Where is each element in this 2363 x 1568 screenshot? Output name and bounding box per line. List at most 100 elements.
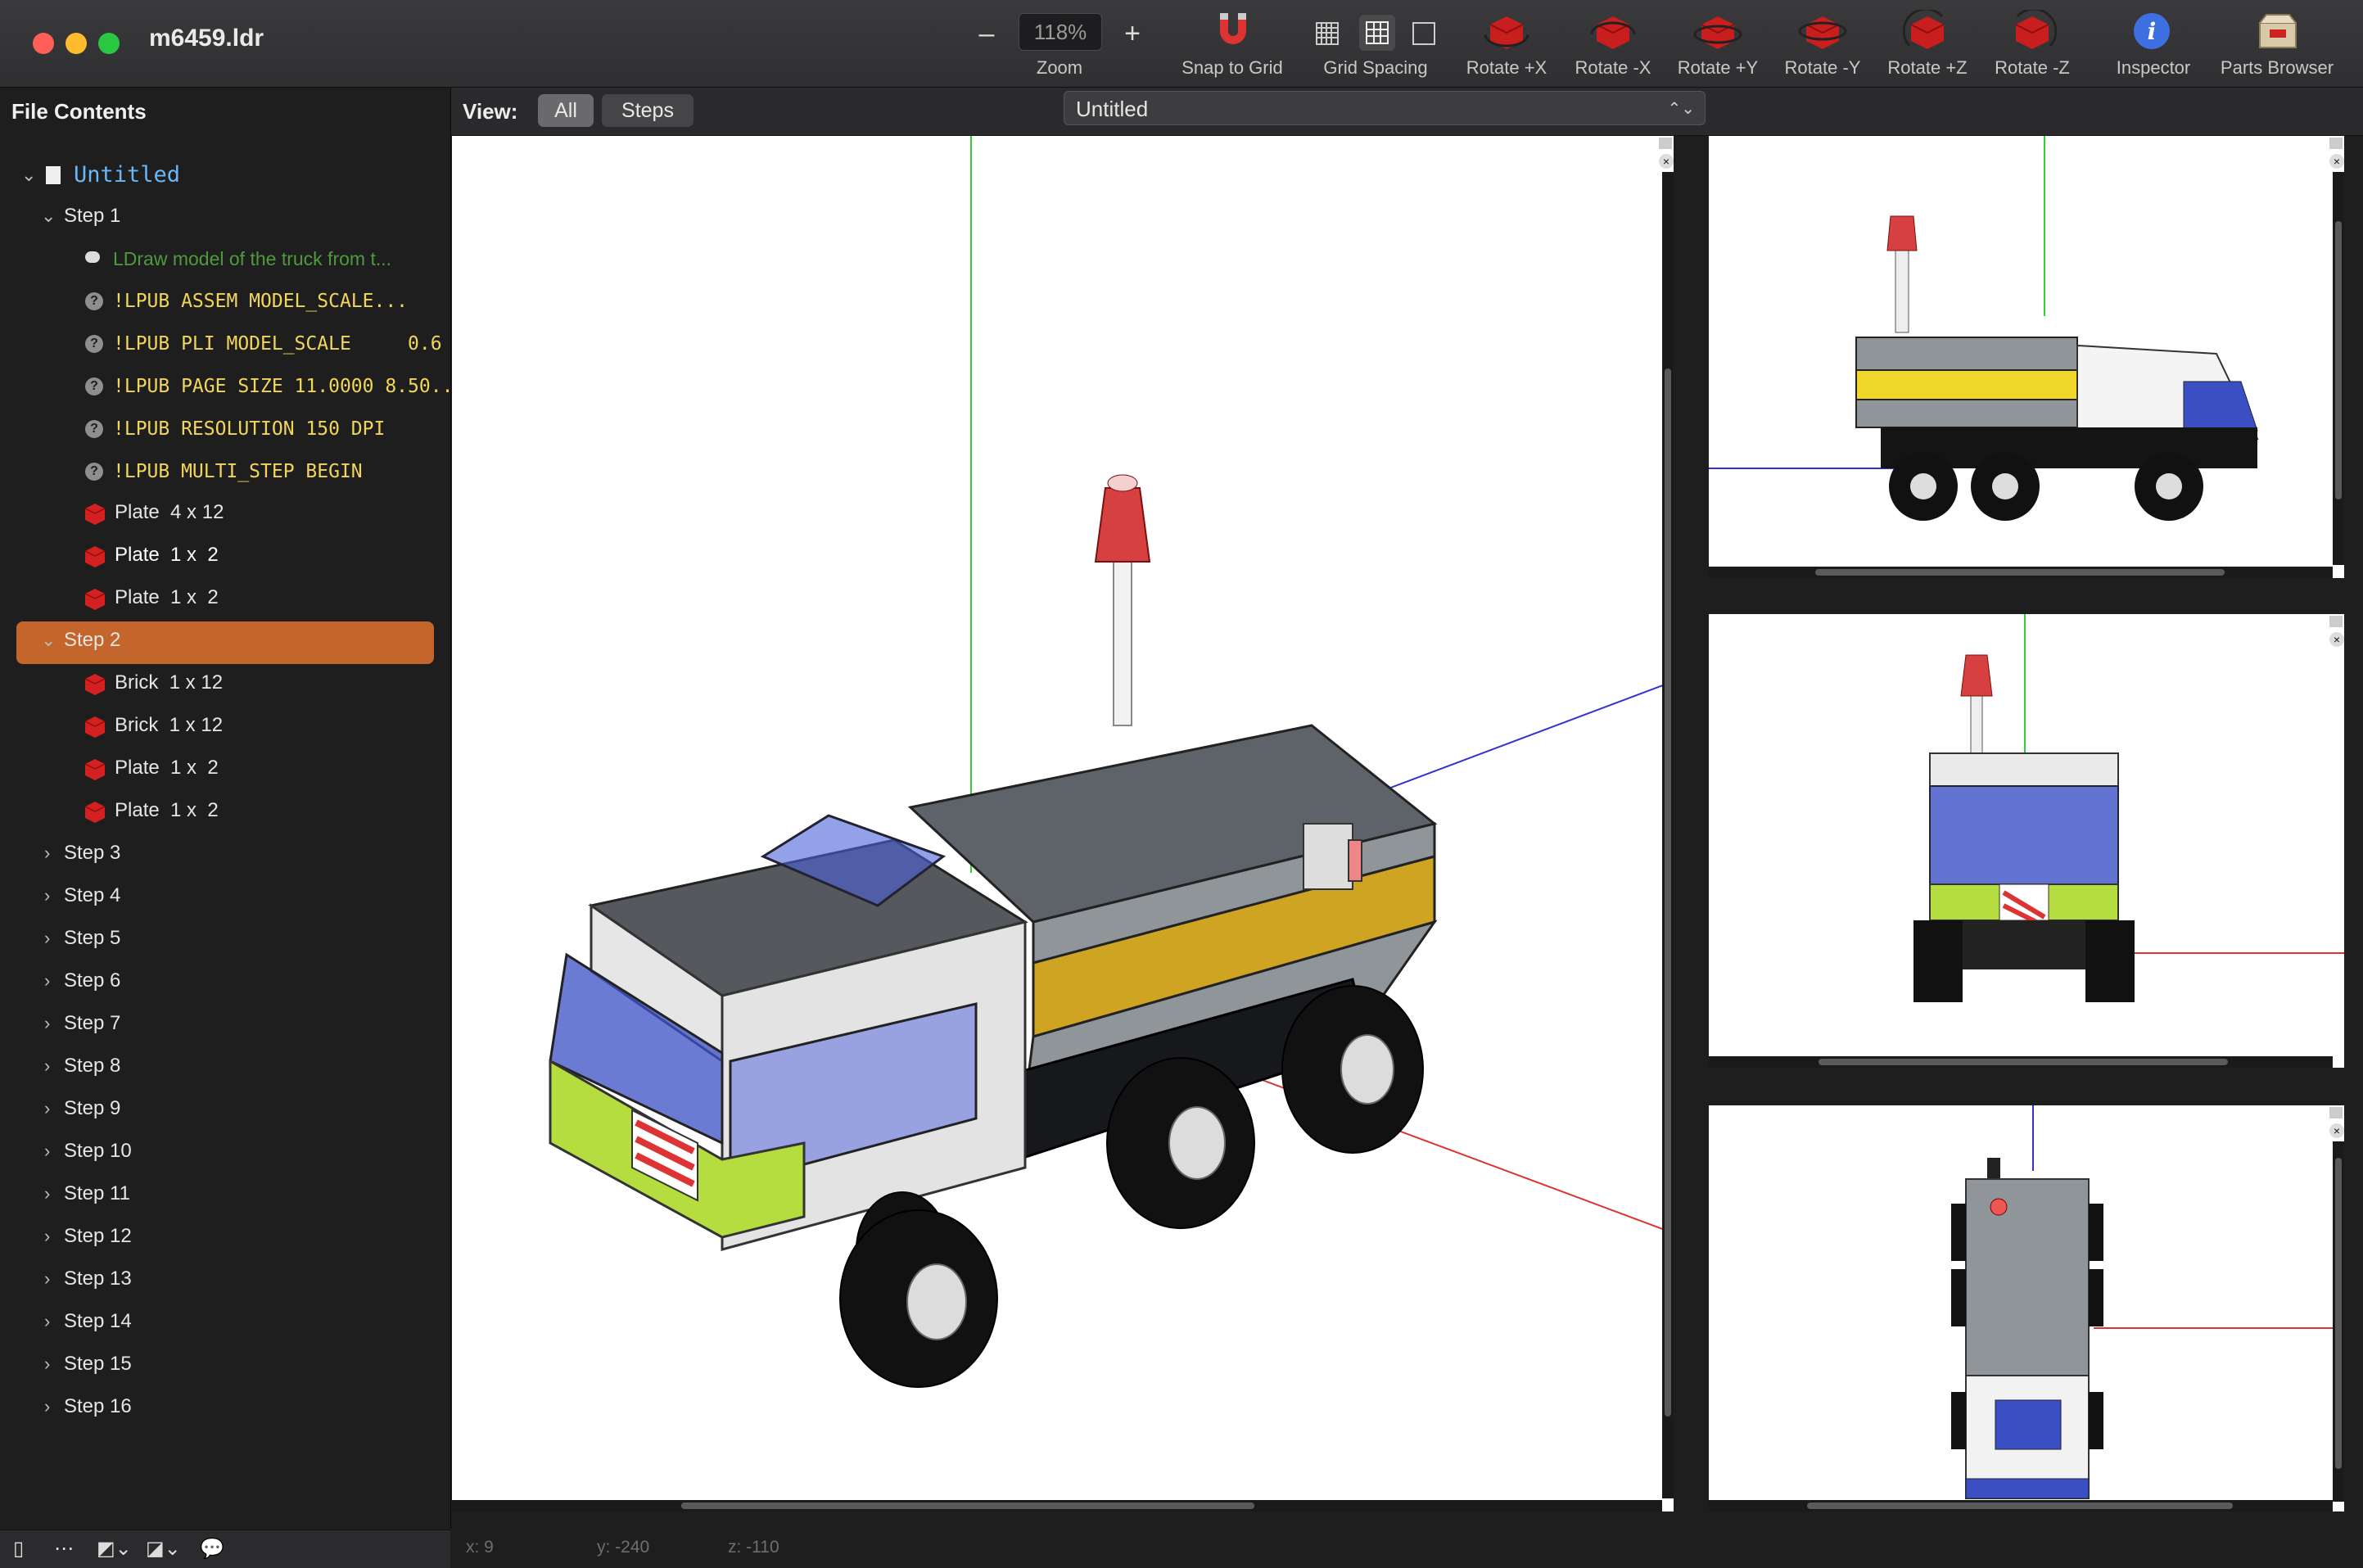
chevron-down-icon[interactable]: ⌄ — [41, 196, 56, 237]
viewport-horizontal-scrollbar[interactable] — [452, 1500, 1662, 1512]
tree-step-1[interactable]: ⌄ Step 1 — [0, 196, 450, 237]
viewport-menu-icon[interactable] — [1659, 138, 1672, 149]
chevron-right-icon[interactable]: › — [44, 1344, 50, 1385]
add-model-icon[interactable]: ◪⌄ — [146, 1537, 181, 1561]
info-icon[interactable]: i — [2132, 11, 2171, 55]
tree-step-collapsed[interactable]: › Step 13 — [0, 1258, 450, 1299]
tree-step-collapsed[interactable]: › Step 16 — [0, 1386, 450, 1427]
new-file-icon[interactable]: ▯ — [13, 1537, 24, 1561]
scrollbar-thumb[interactable] — [2335, 1158, 2342, 1469]
close-viewport-icon[interactable]: × — [2329, 154, 2344, 169]
chevron-down-icon[interactable]: ⌄ — [21, 155, 36, 196]
zoom-field[interactable]: 118% — [1019, 13, 1102, 51]
add-step-icon[interactable]: ⋯ — [54, 1537, 74, 1561]
rotate-plus-y-icon[interactable] — [1693, 10, 1742, 58]
viewport-horizontal-scrollbar[interactable] — [1709, 1500, 2333, 1512]
scrollbar-thumb[interactable] — [1819, 1059, 2228, 1065]
tree-step-collapsed[interactable]: › Step 11 — [0, 1173, 450, 1214]
viewport-vertical-scrollbar[interactable] — [2333, 172, 2344, 565]
chevron-right-icon[interactable]: › — [44, 1088, 50, 1129]
viewport-vertical-scrollbar[interactable] — [2333, 1141, 2344, 1502]
rotate-plus-z-icon[interactable] — [1902, 7, 1952, 58]
chevron-right-icon[interactable]: › — [44, 1131, 50, 1172]
parts-box-icon[interactable] — [2257, 11, 2299, 55]
tree-part-row[interactable]: Plate 1 x 2 — [0, 577, 450, 618]
tree-step-2[interactable]: ⌄ Step 2 — [0, 620, 450, 661]
tree-step-collapsed[interactable]: › Step 14 — [0, 1301, 450, 1342]
add-comment-icon[interactable]: 💬 — [200, 1537, 224, 1561]
medium-grid-icon[interactable] — [1359, 15, 1395, 51]
scrollbar-thumb[interactable] — [681, 1502, 1254, 1509]
scrollbar-thumb[interactable] — [1665, 368, 1671, 1417]
close-viewport-icon[interactable]: × — [2329, 1123, 2344, 1138]
chevron-right-icon[interactable]: › — [44, 1258, 50, 1299]
tree-part-row[interactable]: Brick 1 x 12 — [0, 662, 450, 703]
rotate-minus-x-icon[interactable] — [1588, 10, 1638, 58]
chevron-right-icon[interactable]: › — [44, 1386, 50, 1427]
close-viewport-icon[interactable]: × — [1659, 154, 1674, 169]
tree-comment[interactable]: LDraw model of the truck from t... — [0, 238, 450, 279]
viewport-menu-icon[interactable] — [2329, 138, 2343, 149]
view-all-button[interactable]: All — [538, 94, 594, 127]
viewport-vertical-scrollbar[interactable] — [1662, 172, 1674, 1498]
chevron-down-icon[interactable]: ⌄ — [41, 620, 56, 661]
tree-meta-row[interactable]: ? !LPUB MULTI_STEP BEGIN — [0, 451, 450, 492]
tree-meta-row[interactable]: ? !LPUB PLI MODEL_SCALE 0.6 — [0, 323, 450, 364]
rotate-minus-y-icon[interactable] — [1798, 10, 1847, 58]
chevron-right-icon[interactable]: › — [44, 833, 50, 874]
chevron-right-icon[interactable]: › — [44, 1301, 50, 1342]
chevron-right-icon[interactable]: › — [44, 918, 50, 959]
minimize-window-button[interactable] — [66, 33, 87, 54]
tree-step-collapsed[interactable]: › Step 8 — [0, 1046, 450, 1087]
main-3d-viewport[interactable]: × — [452, 136, 1674, 1512]
tree-meta-row[interactable]: ? !LPUB PAGE SIZE 11.0000 8.50... — [0, 366, 464, 407]
tree-step-collapsed[interactable]: › Step 4 — [0, 875, 450, 916]
viewport-horizontal-scrollbar[interactable] — [1709, 567, 2333, 578]
tree-step-collapsed[interactable]: › Step 10 — [0, 1131, 450, 1172]
chevron-right-icon[interactable]: › — [44, 1173, 50, 1214]
tree-step-collapsed[interactable]: › Step 12 — [0, 1216, 450, 1257]
chevron-right-icon[interactable]: › — [44, 1216, 50, 1257]
coarse-grid-icon[interactable] — [1412, 21, 1436, 50]
tree-part-row[interactable]: Plate 1 x 2 — [0, 790, 450, 831]
tree-step-collapsed[interactable]: › Step 9 — [0, 1088, 450, 1129]
fine-grid-icon[interactable] — [1315, 21, 1340, 50]
chevron-right-icon[interactable]: › — [44, 1003, 50, 1044]
viewport-menu-icon[interactable] — [2329, 616, 2343, 627]
tree-meta-row[interactable]: ? !LPUB ASSEM MODEL_SCALE... — [0, 281, 450, 322]
model-select[interactable]: Untitled ⌃⌄ — [1064, 91, 1706, 125]
tree-root-untitled[interactable]: ⌄ Untitled — [0, 155, 450, 196]
scrollbar-thumb[interactable] — [1807, 1502, 2233, 1509]
tree-part-row[interactable]: Brick 1 x 12 — [0, 705, 450, 746]
view-steps-button[interactable]: Steps — [602, 94, 694, 127]
tree-step-collapsed[interactable]: › Step 15 — [0, 1344, 450, 1385]
viewport-menu-icon[interactable] — [2329, 1107, 2343, 1118]
side-viewport-top[interactable]: × — [1709, 1105, 2344, 1512]
tree-step-collapsed[interactable]: › Step 6 — [0, 960, 450, 1001]
tree-meta-row[interactable]: ? !LPUB RESOLUTION 150 DPI — [0, 409, 450, 450]
zoom-out-button[interactable]: – — [974, 18, 999, 50]
tree-step-collapsed[interactable]: › Step 5 — [0, 918, 450, 959]
close-window-button[interactable] — [33, 33, 54, 54]
tree-part-row[interactable]: Plate 4 x 12 — [0, 492, 450, 533]
chevron-right-icon[interactable]: › — [44, 960, 50, 1001]
close-viewport-icon[interactable]: × — [2329, 632, 2344, 647]
viewport-horizontal-scrollbar[interactable] — [1709, 1056, 2333, 1068]
tree-part-row-selected[interactable]: Plate 1 x 2 — [0, 535, 450, 576]
tree-part-row[interactable]: Plate 1 x 2 — [0, 748, 450, 789]
rotate-minus-z-icon[interactable] — [2008, 7, 2058, 58]
meta-text: !LPUB PLI MODEL_SCALE 0.6 — [113, 333, 442, 355]
rotate-plus-x-icon[interactable] — [1482, 10, 1531, 58]
tree-step-collapsed[interactable]: › Step 3 — [0, 833, 450, 874]
add-part-icon[interactable]: ◩⌄ — [97, 1537, 132, 1561]
side-viewport-front[interactable]: × — [1709, 136, 2344, 578]
chevron-right-icon[interactable]: › — [44, 1046, 50, 1087]
maximize-window-button[interactable] — [98, 33, 120, 54]
scrollbar-thumb[interactable] — [1815, 569, 2225, 576]
zoom-in-button[interactable]: + — [1120, 18, 1145, 50]
scrollbar-thumb[interactable] — [2335, 221, 2342, 499]
magnet-icon[interactable] — [1215, 10, 1251, 53]
side-viewport-rear[interactable]: × — [1709, 614, 2344, 1068]
chevron-right-icon[interactable]: › — [44, 875, 50, 916]
tree-step-collapsed[interactable]: › Step 7 — [0, 1003, 450, 1044]
